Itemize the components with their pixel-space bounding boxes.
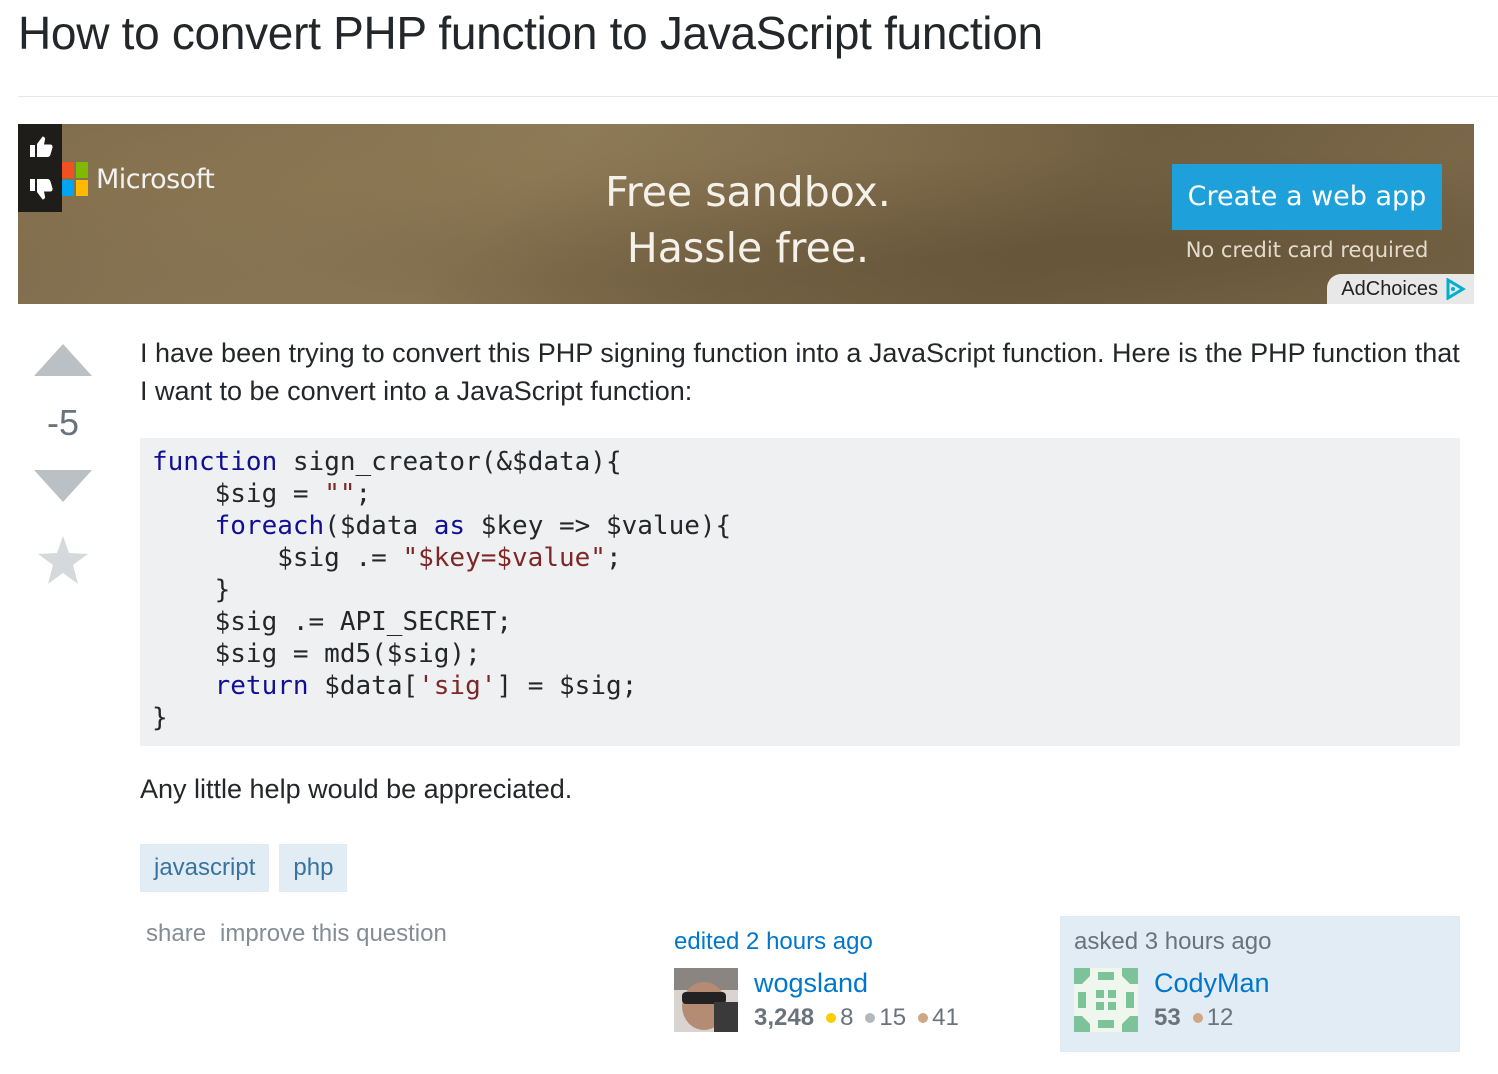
editor-bronze-count: 41	[932, 1004, 959, 1031]
owner-username[interactable]: CodyMan	[1154, 968, 1270, 999]
share-link[interactable]: share	[146, 920, 206, 948]
adchoices-link[interactable]: AdChoices	[1327, 274, 1474, 304]
microsoft-logo-icon	[62, 162, 88, 196]
editor-username[interactable]: wogsland	[754, 968, 868, 999]
thumbs-up-icon[interactable]	[26, 132, 54, 160]
bronze-badge-icon	[1192, 1013, 1203, 1023]
owner-bronze-count: 12	[1206, 1004, 1234, 1031]
ad-create-web-app-button[interactable]: Create a web app	[1172, 164, 1442, 230]
editor-gold-count: 8	[840, 1004, 854, 1031]
ad-headline: Free sandbox. Hassle free.	[578, 164, 918, 276]
post-tags: javascript php	[140, 844, 348, 892]
ad-headline-line2: Hassle free.	[626, 224, 870, 272]
owner-reputation: 53	[1154, 1004, 1181, 1031]
vote-down-arrow-icon[interactable]	[34, 470, 92, 502]
code-block: function sign_creator(&$data){ $sig = ""…	[140, 438, 1460, 746]
edited-signature: edited 2 hours ago wogsland 3,248 8 15 4…	[674, 928, 1034, 1032]
asked-time: asked 3 hours ago	[1074, 928, 1272, 955]
silver-badge-icon	[865, 1013, 876, 1023]
ad-headline-line1: Free sandbox.	[605, 168, 891, 216]
question-body-outro: Any little help would be appreciated.	[140, 774, 573, 804]
bronze-badge-icon	[918, 1013, 929, 1023]
owner-signature: asked 3 hours ago CodyMan 53 12	[1060, 916, 1460, 1052]
editor-silver-count: 15	[879, 1004, 907, 1031]
owner-avatar[interactable]	[1074, 968, 1138, 1032]
ad-subtext: No credit card required	[1185, 238, 1429, 262]
tag-php[interactable]: php	[279, 844, 348, 892]
vote-up-arrow-icon[interactable]	[34, 344, 92, 376]
gold-badge-icon	[826, 1013, 837, 1023]
title-divider	[18, 96, 1498, 97]
ad-feedback-panel	[18, 124, 62, 212]
owner-user-row: CodyMan 53 12	[1074, 968, 1446, 1032]
advertisement-banner[interactable]: Microsoft Free sandbox. Hassle free. Cre…	[18, 124, 1474, 304]
adchoices-triangle-icon	[1446, 278, 1466, 300]
favorite-star-icon[interactable]	[38, 536, 88, 584]
improve-question-link[interactable]: improve this question	[220, 920, 447, 948]
tag-javascript[interactable]: javascript	[140, 844, 270, 892]
question-title[interactable]: How to convert PHP function to JavaScrip…	[18, 6, 1043, 60]
editor-reputation: 3,248	[754, 1004, 815, 1031]
vote-count: -5	[46, 402, 79, 443]
question-body-intro: I have been trying to convert this PHP s…	[140, 338, 1460, 406]
editor-user-row: wogsland 3,248 8 15 41	[674, 968, 1034, 1032]
editor-stats: 3,248 8 15 41	[754, 1004, 971, 1032]
thumbs-down-icon[interactable]	[26, 176, 54, 204]
edited-time-link[interactable]: edited 2 hours ago	[674, 928, 1034, 956]
owner-stats: 53 12	[1154, 1004, 1245, 1032]
ad-brand: Microsoft	[96, 164, 215, 195]
editor-avatar[interactable]	[674, 968, 738, 1032]
post-menu: share improve this question	[146, 920, 447, 948]
adchoices-label: AdChoices	[1341, 278, 1438, 300]
